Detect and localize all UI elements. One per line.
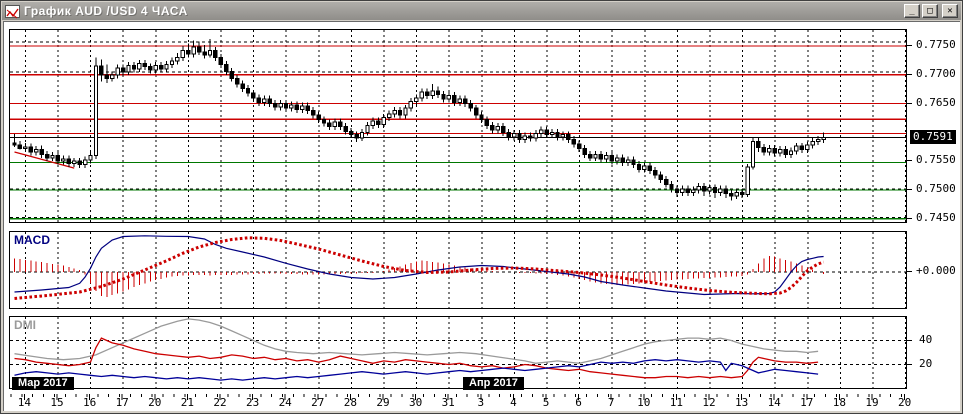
macd-zero-label: +0.000 <box>916 264 956 277</box>
axis-day-label: 17 <box>800 396 814 409</box>
axis-day-label: 6 <box>575 396 582 409</box>
price-axis-label: 0.7700 <box>916 67 956 80</box>
price-tick <box>907 74 912 75</box>
axis-day-label: 24 <box>278 396 292 409</box>
axis-day-label: 11 <box>669 396 684 409</box>
axis-day-label: 21 <box>180 396 195 409</box>
axis-day-label: 10 <box>637 396 651 409</box>
dmi-level-40-label: 40 <box>919 332 933 346</box>
axis-day-label: 5 <box>542 396 550 409</box>
candlestick-canvas[interactable] <box>10 30 906 222</box>
axis-day-label: 23 <box>245 396 260 409</box>
axis-day-label: 19 <box>865 396 879 409</box>
axis-day-label: 7 <box>607 396 615 409</box>
chart-window: График AUD /USD 4 ЧАСА _ □ ✕ MACD DMI 0.… <box>0 0 963 414</box>
axis-day-label: 28 <box>343 396 358 409</box>
macd-panel[interactable]: MACD <box>9 231 907 309</box>
axis-day-label: 27 <box>311 396 325 409</box>
axis-day-label: 20 <box>148 396 162 409</box>
close-button[interactable]: ✕ <box>942 4 958 18</box>
axis-day-label: 29 <box>376 396 390 409</box>
axis-day-label: 18 <box>832 396 847 409</box>
month-label-mar: Мар 2017 <box>12 377 74 390</box>
dmi-panel[interactable]: DMI <box>9 316 907 389</box>
axis-day-label: 31 <box>441 396 455 409</box>
dmi-indicator-label: DMI <box>14 318 36 332</box>
month-label-apr: Апр 2017 <box>463 377 524 390</box>
dmi-level-20-label: 20 <box>919 356 933 370</box>
axis-day-label: 17 <box>115 396 129 409</box>
price-axis-label: 0.7450 <box>916 211 956 224</box>
macd-indicator-label: MACD <box>14 233 50 247</box>
indicator-axis-tick <box>907 271 912 272</box>
chart-icon <box>5 4 20 18</box>
indicator-axis-tick <box>907 364 912 365</box>
axis-day-label: 4 <box>510 396 517 409</box>
price-axis-label: 0.7500 <box>916 182 956 195</box>
minimize-button[interactable]: _ <box>904 4 920 18</box>
axis-day-label: 15 <box>50 396 64 409</box>
axis-day-label: 13 <box>734 396 749 409</box>
price-axis-label: 0.7750 <box>916 38 956 51</box>
price-tick <box>907 45 912 46</box>
axis-day-label: 3 <box>477 396 485 409</box>
price-axis-label: 0.7650 <box>916 96 956 109</box>
price-tick <box>907 103 912 104</box>
axis-day-label: 14 <box>17 396 32 409</box>
price-tick <box>907 218 912 219</box>
dmi-canvas[interactable] <box>10 317 906 388</box>
price-chart-panel[interactable] <box>9 29 907 223</box>
axis-day-label: 12 <box>702 396 716 409</box>
macd-canvas[interactable] <box>10 232 906 308</box>
window-title: График AUD /USD 4 ЧАСА <box>24 4 188 18</box>
maximize-button[interactable]: □ <box>922 4 938 18</box>
price-tick <box>907 160 912 161</box>
price-axis-label: 0.7550 <box>916 153 956 166</box>
indicator-axis-tick <box>907 340 912 341</box>
axis-day-label: 20 <box>897 396 912 409</box>
axis-day-label: 14 <box>767 396 781 409</box>
price-tick <box>907 189 912 190</box>
axis-day-label: 30 <box>408 396 423 409</box>
title-bar[interactable]: График AUD /USD 4 ЧАСА _ □ ✕ <box>2 2 961 20</box>
axis-day-label: 16 <box>82 396 97 409</box>
current-price-badge: 0.7591 <box>910 130 956 144</box>
axis-day-label: 22 <box>213 396 227 409</box>
